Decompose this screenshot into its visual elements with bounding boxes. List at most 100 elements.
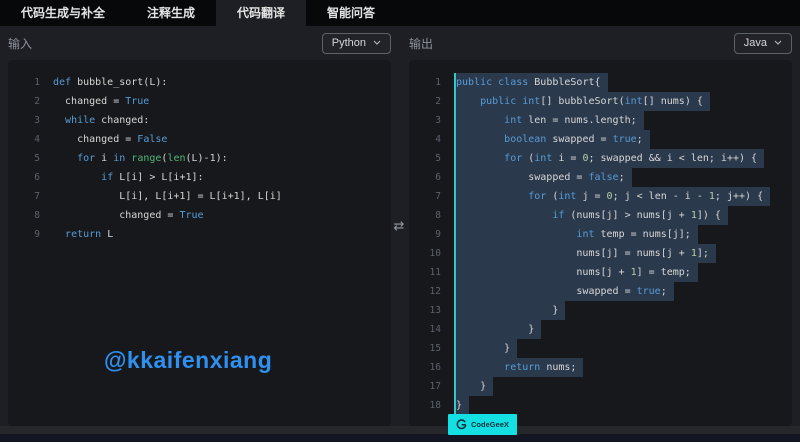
tab-comment-generation[interactable]: 注释生成: [126, 0, 216, 26]
line-number: 5: [419, 149, 441, 168]
line-number: 4: [419, 130, 441, 149]
line-number: 13: [419, 301, 441, 320]
code-line: 9 return L: [18, 225, 391, 244]
code-line: 16 return nums;: [419, 358, 792, 377]
line-number: 2: [419, 92, 441, 111]
line-number: 1: [18, 73, 40, 92]
code-line: 4 boolean swapped = true;: [419, 130, 792, 149]
line-number: 12: [419, 282, 441, 301]
code-line: 5 for i in range(len(L)-1):: [18, 149, 391, 168]
code-line: 5 for (int i = 0; swapped && i < len; i+…: [419, 149, 792, 168]
watermark: @kkaifenxiang: [104, 347, 272, 374]
code-line: 8 changed = True: [18, 206, 391, 225]
code-text: boolean swapped = true;: [456, 130, 650, 149]
code-text: public int[] bubbleSort(int[] nums) {: [456, 92, 710, 111]
code-text: }: [456, 396, 469, 415]
code-line: 9 int temp = nums[j];: [419, 225, 792, 244]
code-line: 6 if L[i] > L[i+1]:: [18, 168, 391, 187]
output-language-select[interactable]: Java: [734, 33, 792, 54]
line-number: 2: [18, 92, 40, 111]
line-number: 11: [419, 263, 441, 282]
swap-languages-icon[interactable]: ⇄: [390, 218, 408, 236]
code-text: public class BubbleSort{: [456, 73, 608, 92]
line-number: 8: [419, 206, 441, 225]
code-line: 11 nums[j + 1] = temp;: [419, 263, 792, 282]
code-line: 17 }: [419, 377, 792, 396]
output-editor[interactable]: 1public class BubbleSort{2 public int[] …: [409, 60, 792, 426]
line-number: 17: [419, 377, 441, 396]
footer-bottom-bar: [0, 434, 800, 442]
code-line: 12 swapped = true;: [419, 282, 792, 301]
code-line: 13 }: [419, 301, 792, 320]
output-header: 输出 Java: [409, 26, 792, 60]
line-number: 6: [18, 168, 40, 187]
code-text: for (int i = 0; swapped && i < len; i++)…: [456, 149, 764, 168]
code-text: L[i], L[i+1] = L[i+1], L[i]: [53, 187, 282, 206]
line-number: 5: [18, 149, 40, 168]
line-number: 7: [419, 187, 441, 206]
line-number: 8: [18, 206, 40, 225]
code-line: 1 def bubble_sort(L):: [18, 73, 391, 92]
output-language-value: Java: [744, 37, 767, 49]
code-text: while changed:: [53, 111, 149, 130]
code-text: return nums;: [456, 358, 583, 377]
code-line: 4 changed = False: [18, 130, 391, 149]
code-text: int temp = nums[j];: [456, 225, 698, 244]
codegeex-badge[interactable]: CodeGeeX: [448, 414, 517, 435]
codegeex-logo-icon: [456, 419, 467, 430]
line-number: 14: [419, 320, 441, 339]
line-number: 15: [419, 339, 441, 358]
code-text: nums[j] = nums[j + 1];: [456, 244, 716, 263]
output-label: 输出: [409, 35, 433, 52]
code-text: def bubble_sort(L):: [53, 73, 167, 92]
code-line: 6 swapped = false;: [419, 168, 792, 187]
code-text: }: [456, 301, 565, 320]
chevron-down-icon: [774, 40, 782, 45]
output-column: 输出 Java 1public class BubbleSort{2 publi…: [409, 26, 792, 426]
code-text: changed = True: [53, 92, 149, 111]
code-line: 14 }: [419, 320, 792, 339]
code-text: }: [456, 320, 541, 339]
tab-bar: 代码生成与补全 注释生成 代码翻译 智能问答: [0, 0, 800, 26]
code-text: if (nums[j] > nums[j + 1]) {: [456, 206, 728, 225]
line-number: 3: [419, 111, 441, 130]
code-text: for (int j = 0; j < len - i - 1; j++) {: [456, 187, 770, 206]
code-text: int len = nums.length;: [456, 111, 644, 130]
tab-smart-qa[interactable]: 智能问答: [306, 0, 396, 26]
code-text: }: [456, 339, 517, 358]
input-language-select[interactable]: Python: [322, 33, 391, 54]
line-number: 4: [18, 130, 40, 149]
code-text: nums[j + 1] = temp;: [456, 263, 698, 282]
code-text: for i in range(len(L)-1):: [53, 149, 228, 168]
input-header: 输入 Python: [8, 26, 391, 60]
tab-code-generation[interactable]: 代码生成与补全: [0, 0, 126, 26]
footer-strip: [0, 426, 800, 434]
code-line: 1public class BubbleSort{: [419, 73, 792, 92]
code-line: 3 while changed:: [18, 111, 391, 130]
line-number: 9: [18, 225, 40, 244]
code-line: 2 public int[] bubbleSort(int[] nums) {: [419, 92, 792, 111]
line-number: 16: [419, 358, 441, 377]
codegeex-badge-label: CodeGeeX: [471, 420, 509, 429]
line-number: 7: [18, 187, 40, 206]
line-number: 10: [419, 244, 441, 263]
line-number: 6: [419, 168, 441, 187]
code-line: 2 changed = True: [18, 92, 391, 111]
line-number: 3: [18, 111, 40, 130]
code-text: swapped = false;: [456, 168, 632, 187]
code-line: 18}: [419, 396, 792, 415]
code-line: 7 for (int j = 0; j < len - i - 1; j++) …: [419, 187, 792, 206]
code-line: 8 if (nums[j] > nums[j + 1]) {: [419, 206, 792, 225]
input-code-lines: 1def bubble_sort(L):2 changed = True3 wh…: [18, 73, 391, 244]
code-text: swapped = true;: [456, 282, 674, 301]
chevron-down-icon: [373, 40, 381, 45]
code-line: 15 }: [419, 339, 792, 358]
code-line: 3 int len = nums.length;: [419, 111, 792, 130]
code-text: return L: [53, 225, 113, 244]
code-text: }: [456, 377, 493, 396]
footer: [0, 426, 800, 442]
input-language-value: Python: [332, 37, 366, 49]
code-text: changed = False: [53, 130, 167, 149]
code-line: 7 L[i], L[i+1] = L[i+1], L[i]: [18, 187, 391, 206]
code-line: 10 nums[j] = nums[j + 1];: [419, 244, 792, 263]
